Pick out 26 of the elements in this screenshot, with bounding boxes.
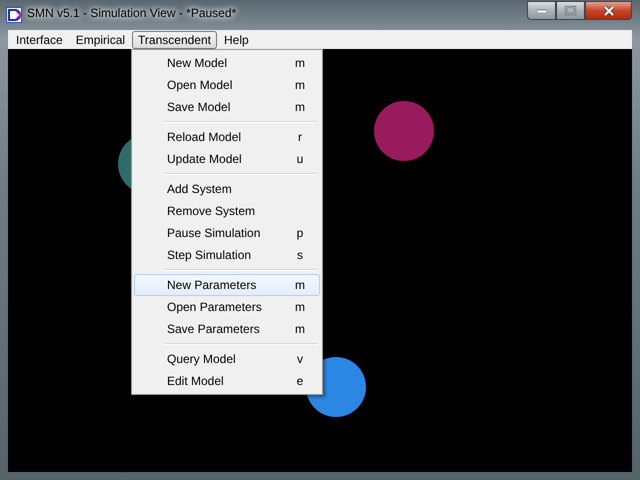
menu-entry[interactable]: Pause Simulation p [134, 222, 320, 244]
menu-entry[interactable]: New Parameters m [134, 274, 320, 296]
menu-item[interactable]: Empirical [70, 30, 132, 48]
minimize-button[interactable] [527, 1, 556, 20]
menu-entry[interactable]: Update Model u [134, 148, 320, 170]
menu-entry[interactable]: Step Simulation s [134, 244, 320, 266]
menu-entry[interactable]: Save Model m [134, 96, 320, 118]
menu-entry[interactable]: Open Parameters m [134, 296, 320, 318]
close-icon [602, 6, 614, 16]
menu-item[interactable]: Transcendent [132, 30, 217, 48]
maximize-button[interactable] [556, 1, 585, 20]
menu-item[interactable]: Help [218, 30, 255, 48]
menu-entry[interactable]: Reload Model r [134, 126, 320, 148]
window-title: SMN v5.1 - Simulation View - *Paused* [27, 6, 236, 20]
menu-entry[interactable]: Save Parameters m [134, 318, 320, 340]
menu-entry[interactable]: New Model m [134, 52, 320, 74]
menu-entry[interactable]: Add System [134, 178, 320, 200]
app-icon [6, 7, 22, 23]
menu-entry[interactable]: Remove System [134, 200, 320, 222]
menu-entry[interactable]: Query Model v [134, 348, 320, 370]
menu-entry[interactable]: Open Model m [134, 74, 320, 96]
menu-entry[interactable]: Edit Model e [134, 370, 320, 392]
close-button[interactable] [585, 1, 632, 20]
menu-item[interactable]: Interface [10, 30, 69, 48]
maximize-icon [565, 6, 576, 15]
minimize-icon [536, 8, 546, 12]
